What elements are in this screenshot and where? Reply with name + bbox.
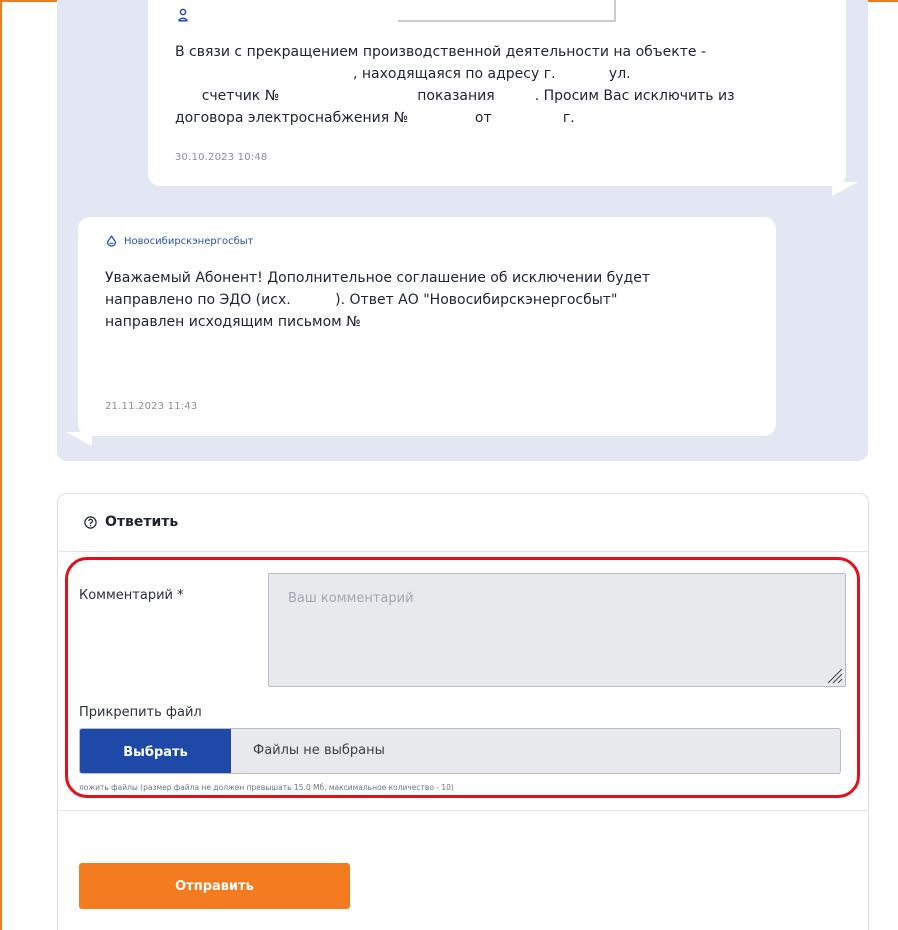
message-timestamp: 21.11.2023 11:43: [105, 401, 198, 412]
message-sender: Новосибирскэнергосбыт: [105, 235, 253, 248]
drop-icon: [106, 235, 117, 247]
message-bubble-company: Новосибирскэнергосбыт Уважаемый Абонент!…: [66, 217, 776, 446]
message-bubble-user: В связи с прекращением производственной …: [148, 0, 858, 196]
divider: [57, 810, 869, 811]
redacted-field: [398, 0, 616, 22]
bubble-tail: [832, 182, 858, 196]
window-border-left: [0, 0, 2, 930]
help-circle-icon: [84, 515, 97, 529]
sender-name: Новосибирскэнергосбыт: [124, 236, 254, 247]
message-line: направлено по ЭДО (исх. ). Ответ АО "Нов…: [105, 292, 618, 308]
user-icon: [177, 8, 189, 22]
message-line: Уважаемый Абонент! Дополнительное соглаш…: [105, 270, 650, 286]
submit-button[interactable]: Отправить: [79, 863, 350, 909]
message-line: направлен исходящим письмом №: [105, 314, 361, 330]
message-line: , находящаяся по адресу г. ул.: [175, 66, 631, 82]
reply-header: Ответить: [58, 494, 868, 552]
message-timestamp: 30.10.2023 10:48: [175, 152, 268, 163]
bubble-tail: [66, 432, 92, 446]
reply-title: Ответить: [84, 514, 178, 530]
reply-title-text: Ответить: [105, 514, 179, 530]
message-line: счетчик № показания . Просим Вас исключи…: [175, 88, 735, 104]
chat-thread: В связи с прекращением производственной …: [57, 0, 868, 461]
message-line: В связи с прекращением производственной …: [175, 44, 707, 60]
highlight-annotation: [65, 557, 860, 798]
message-line: договора электроснабжения № от г.: [175, 110, 575, 126]
